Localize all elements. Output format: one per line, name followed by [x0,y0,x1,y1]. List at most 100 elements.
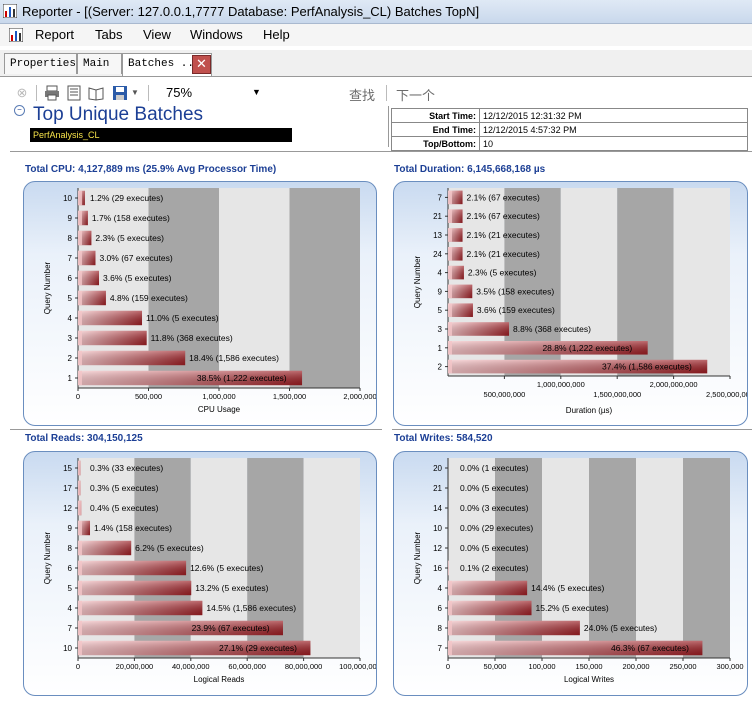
x-tick-label: 1,500,000 [273,392,306,401]
bar-cap [448,228,452,242]
bar-cap [78,460,81,476]
print-icon[interactable] [44,85,60,101]
y-tick-label: 1 [68,374,73,383]
writes-chart: 20 0.0% (1 executes) 21 0.0% (5 executes) 14… [393,451,748,696]
bar-cap [78,580,82,596]
bar-cap [78,250,82,266]
data-label: 3.6% (5 executes) [103,273,172,283]
data-label: 8.8% (368 executes) [513,324,591,334]
cpu-chart: 10 1.2% (29 executes) 9 1.7% (158 executes)… [23,181,377,426]
data-label: 23.9% (67 executes) [192,623,270,633]
database-name: PerfAnalysis_CL [30,128,292,142]
menu-bar: Report Tabs View Windows Help [0,24,752,46]
bar-shade [448,600,532,616]
data-label: 1.2% (29 executes) [90,193,163,203]
close-tab-icon[interactable]: ✕ [192,55,211,74]
bar-shade [448,322,510,336]
bar-cap [448,322,452,336]
title-bar: Reporter - [(Server: 127.0.0.1,7777 Data… [0,0,752,24]
page-layout-icon[interactable] [66,85,82,101]
menu-view[interactable]: View [143,27,171,42]
x-tick-label: 250,000 [669,662,696,671]
menu-help[interactable]: Help [263,27,290,42]
tab-properties[interactable]: Properties [4,53,77,74]
y-tick-label: 20 [433,464,442,473]
menu-tabs[interactable]: Tabs [95,27,122,42]
data-label: 3.5% (158 executes) [476,286,554,296]
data-label: 0.0% (5 executes) [460,483,529,493]
y-tick-label: 15 [63,464,72,473]
stop-icon[interactable]: ⊗ [14,85,30,101]
y-axis-title: Query Number [43,261,52,314]
data-label: 0.0% (29 executes) [460,523,533,533]
chart-svg: 7 2.1% (67 executes)21 2.1% (67 executes)1… [413,188,747,415]
app-menu-icon[interactable] [9,28,23,42]
info-key: Start Time: [391,108,480,123]
y-tick-label: 12 [63,504,72,513]
y-tick-label: 16 [433,564,442,573]
bar-cap [78,600,82,616]
page-setup-icon[interactable] [88,85,104,101]
bar-cap [448,190,452,205]
data-label: 15.2% (5 executes) [536,603,609,613]
data-label: 14.4% (5 executes) [531,583,604,593]
info-value: 10 [479,136,748,151]
data-label: 14.5% (1,586 executes) [206,603,296,613]
x-tick-label: 0 [76,662,80,671]
info-value: 12/12/2015 12:31:32 PM [479,108,748,123]
x-axis-title: Logical Reads [194,675,245,684]
y-tick-label: 8 [438,624,443,633]
menu-windows[interactable]: Windows [190,27,243,42]
zoom-value: 75% [166,85,193,100]
y-tick-label: 21 [433,212,442,221]
plot-band [303,458,360,658]
data-label: 2.1% (21 executes) [467,230,540,240]
bar-cap [448,247,452,261]
bar-cap [78,310,82,326]
y-tick-label: 7 [438,644,443,653]
x-axis-title: CPU Usage [198,405,241,414]
duration-chart: 7 2.1% (67 executes) 21 2.1% (67 executes) 1… [393,181,748,426]
duration-chart-title: Total Duration: 6,145,668,168 µs [394,164,546,175]
find-input[interactable] [266,84,350,104]
y-axis-title: Query Number [413,531,422,584]
y-tick-label: 2 [438,363,443,372]
y-tick-label: 13 [433,231,442,240]
report-title: Top Unique Batches [33,104,204,125]
export-icon[interactable] [112,85,128,101]
data-label: 1.7% (158 executes) [92,213,170,223]
cpu-chart-title: Total CPU: 4,127,889 ms (25.9% Avg Proce… [25,164,277,175]
tab-main[interactable]: Main [77,53,122,74]
collapse-icon[interactable]: − [14,105,25,116]
y-tick-label: 6 [438,604,443,613]
bar-cap [448,341,452,355]
bar-shade [78,350,186,366]
x-tick-label: 2,500,000,000 [706,390,747,399]
bar-cap [78,190,82,206]
y-tick-label: 7 [68,624,73,633]
bar-cap [78,480,81,496]
data-label: 0.4% (5 executes) [90,503,159,513]
bar-shade [78,290,106,306]
bar-cap [448,209,452,223]
zoom-select[interactable]: 75% ▼ [158,84,262,102]
y-tick-label: 3 [68,334,73,343]
y-tick-label: 8 [68,544,73,553]
data-label: 18.4% (1,586 executes) [189,353,279,363]
toolbar-separator [36,85,37,101]
y-tick-label: 5 [68,584,73,593]
y-tick-label: 12 [433,544,442,553]
menu-report[interactable]: Report [35,27,74,42]
find-next-button[interactable]: 下一个 [396,85,435,104]
data-label: 0.3% (5 executes) [90,483,159,493]
export-dropdown-icon[interactable]: ▼ [127,85,143,101]
y-tick-label: 10 [433,524,442,533]
app-chart-icon [3,4,17,18]
x-tick-label: 1,000,000 [202,392,235,401]
section-divider [392,429,752,430]
data-label: 2.3% (5 executes) [468,268,537,278]
find-button[interactable]: 查找 [349,85,375,104]
bar-shade [78,600,203,616]
x-tick-label: 0 [76,392,80,401]
bar-cap [78,230,82,246]
